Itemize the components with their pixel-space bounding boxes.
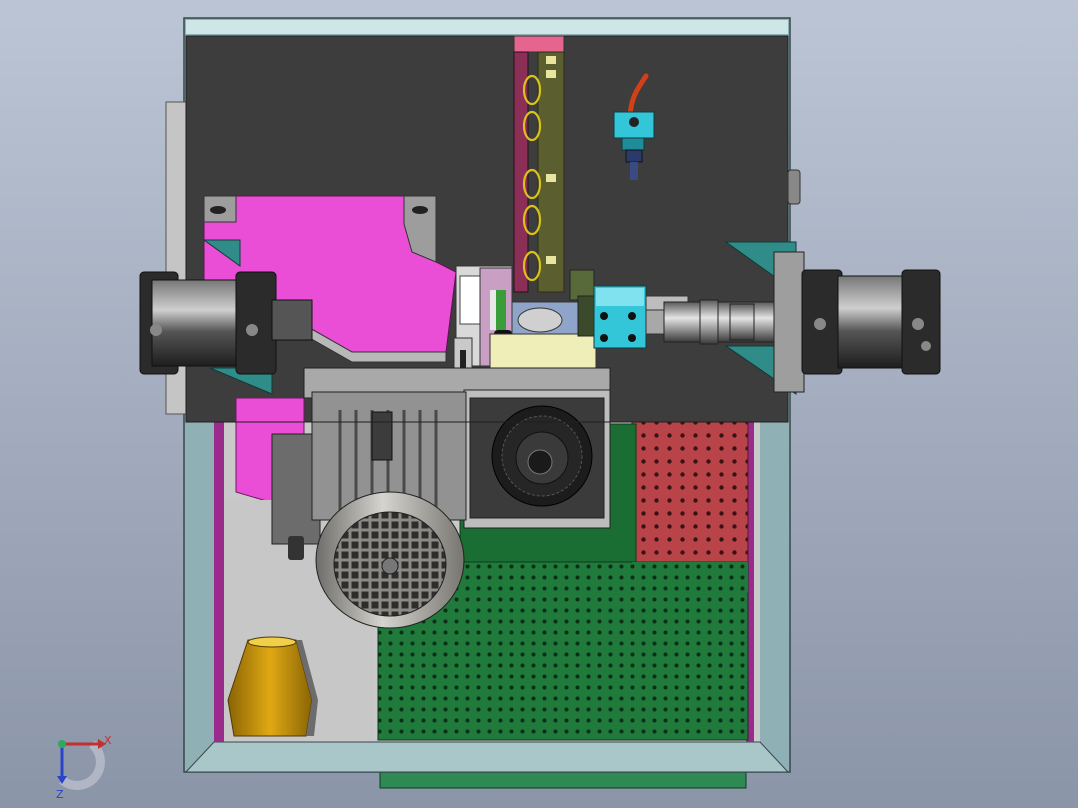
drive-pulley xyxy=(491,405,593,507)
housing-top-lip xyxy=(186,20,788,34)
z-axis-label: Z xyxy=(56,788,64,801)
right-air-cylinder xyxy=(801,269,941,375)
side-knob[interactable] xyxy=(787,169,801,205)
right-cylinder-mount xyxy=(773,251,805,393)
triad-origin xyxy=(58,740,66,748)
pcb-red-board xyxy=(631,421,749,563)
triad-arc xyxy=(59,740,105,790)
housing-bottom-bevel xyxy=(184,741,790,773)
cad-viewport[interactable] xyxy=(0,0,1078,808)
pcb-green-board-right xyxy=(632,562,748,592)
coordinate-triad: X Z xyxy=(56,734,112,801)
spring-rail xyxy=(513,35,565,293)
x-axis-label: X xyxy=(104,734,112,747)
housing-left-magenta-rail xyxy=(214,420,224,742)
